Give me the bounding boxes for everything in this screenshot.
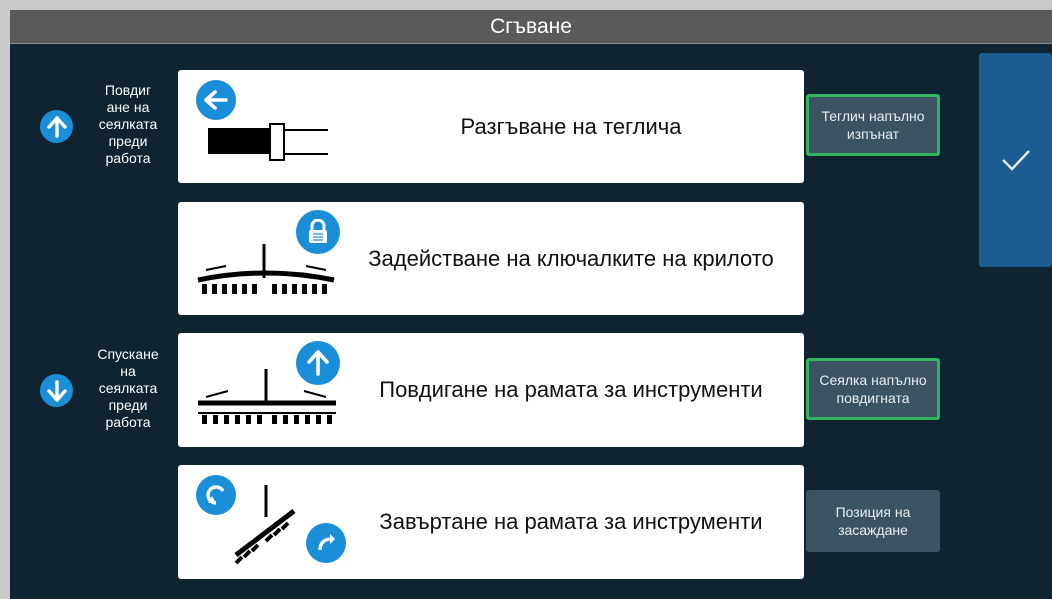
lower-label-line: на: [120, 363, 136, 379]
lower-label-line: сеялката: [98, 380, 158, 396]
lock-icon: [296, 210, 340, 254]
raise-label-line: преди: [108, 133, 148, 149]
step-title: Завъртане на рамата за инструменти: [379, 509, 763, 534]
status-line: Позиция на: [835, 504, 911, 520]
lower-label-line: Спускане: [97, 346, 159, 362]
raise-label-line: работа: [105, 150, 151, 166]
arrow-down-icon[interactable]: [40, 374, 73, 407]
lower-label-line: преди: [108, 397, 148, 413]
status-line: засаждане: [838, 522, 908, 538]
step-card-extend-hitch[interactable]: Разгъване на теглича: [178, 70, 804, 183]
step-title: Разгъване на теглича: [460, 113, 682, 139]
rotate-left-icon: [196, 475, 236, 515]
lower-label-line: работа: [105, 414, 151, 430]
raise-label-line: ане на: [106, 99, 150, 115]
arrow-up-icon: [296, 341, 340, 385]
status-planting-position: Позиция на засаждане: [806, 490, 940, 552]
status-line: Теглич напълно: [821, 108, 925, 124]
status-hitch-extended: Теглич напълно изпънат: [806, 94, 940, 156]
step-card-rotate-toolbar[interactable]: Завъртане на рамата за инструменти: [178, 465, 804, 579]
status-line: повдигната: [836, 390, 910, 406]
arrow-left-icon: [196, 80, 236, 120]
lower-planter-label: Спускане на сеялката преди работа: [88, 346, 168, 431]
arrow-up-icon[interactable]: [40, 110, 73, 143]
raise-label-line: сеялката: [98, 116, 158, 132]
status-line: Сеялка напълно: [819, 372, 927, 388]
raise-label-line: Повдиг: [104, 82, 152, 98]
step-title: Повдигане на рамата за инструменти: [379, 377, 763, 402]
page-title: Сгъване: [10, 10, 1052, 44]
status-line: изпънат: [846, 126, 900, 142]
step-card-raise-toolbar[interactable]: Повдигане на рамата за инструменти: [178, 333, 804, 447]
step-title: Задействане на ключалките на крилото: [368, 245, 774, 271]
rotate-right-icon: [306, 523, 346, 563]
fold-screen: Сгъване Повдиг ане на сеялката преди раб…: [10, 10, 1052, 599]
step-card-wing-locks[interactable]: Задействане на ключалките на крилото: [178, 202, 804, 315]
confirm-button[interactable]: [979, 53, 1052, 267]
status-planter-raised: Сеялка напълно повдигната: [806, 358, 940, 420]
checkmark-icon: [1001, 150, 1030, 171]
raise-planter-label: Повдиг ане на сеялката преди работа: [95, 82, 161, 167]
